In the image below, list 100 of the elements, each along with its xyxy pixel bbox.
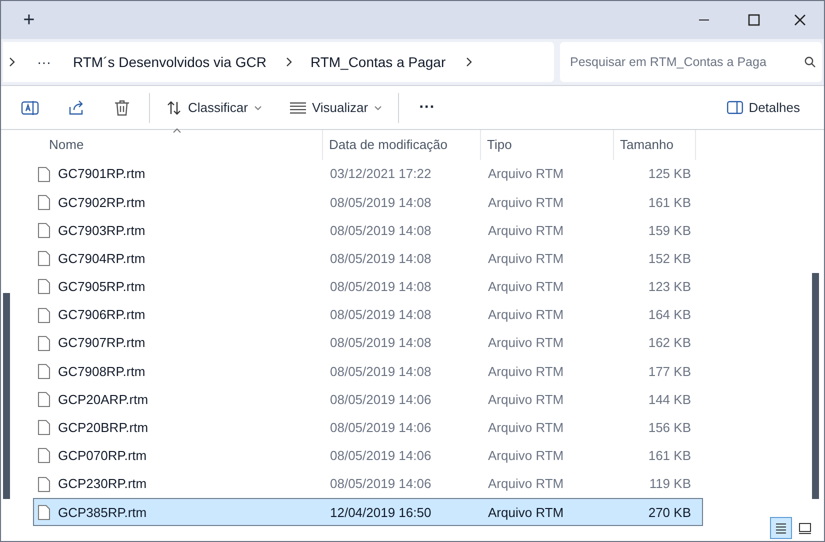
file-size: 162 KB bbox=[648, 334, 691, 352]
close-icon[interactable] bbox=[794, 14, 806, 26]
modified-date: 08/05/2019 14:08 bbox=[330, 222, 432, 240]
file-name: GCP20ARP.rtm bbox=[58, 390, 148, 409]
file-row[interactable]: GCP230RP.rtm 08/05/2019 14:06 Arquivo RTM 119 KB bbox=[33, 470, 703, 498]
column-header[interactable]: Data de modificação bbox=[323, 130, 481, 160]
modified-date: 08/05/2019 14:06 bbox=[330, 390, 432, 409]
modified-date: 08/05/2019 14:08 bbox=[330, 278, 432, 296]
file-row[interactable]: GCP20BRP.rtm 08/05/2019 14:06 Arquivo RTM 156 KB bbox=[33, 414, 703, 442]
file-name: GCP070RP.rtm bbox=[58, 447, 147, 466]
file-type: Arquivo RTM bbox=[488, 306, 564, 324]
column-header[interactable]: Nome bbox=[33, 130, 323, 160]
scrollbar-thumb[interactable] bbox=[812, 273, 819, 499]
file-row[interactable]: GC7907RP.rtm 08/05/2019 14:08 Arquivo RTM 162 KB bbox=[33, 329, 703, 358]
modified-date: 08/05/2019 14:08 bbox=[330, 362, 432, 381]
list-icon bbox=[290, 102, 306, 114]
modified-date: 08/05/2019 14:06 bbox=[330, 419, 432, 438]
file-size: 125 KB bbox=[648, 165, 691, 184]
file-row[interactable]: GC7903RP.rtm 08/05/2019 14:08 Arquivo RTM 159 KB bbox=[33, 216, 703, 245]
modified-date: 12/04/2019 16:50 bbox=[330, 504, 432, 522]
file-icon bbox=[38, 336, 50, 351]
file-row[interactable]: GCP070RP.rtm 08/05/2019 14:06 Arquivo RTM 161 KB bbox=[33, 442, 703, 470]
file-icon bbox=[38, 279, 50, 294]
file-name: GC7904RP.rtm bbox=[58, 250, 146, 268]
file-type: Arquivo RTM bbox=[488, 194, 564, 212]
modified-date: 08/05/2019 14:08 bbox=[330, 334, 432, 352]
file-size: 152 KB bbox=[648, 250, 691, 268]
details-pane-icon bbox=[726, 101, 743, 114]
panel-icon bbox=[797, 520, 813, 536]
file-row[interactable]: GC7904RP.rtm 08/05/2019 14:08 Arquivo RTM 152 KB bbox=[33, 244, 703, 273]
file-row[interactable]: GC7905RP.rtm 08/05/2019 14:08 Arquivo RTM 123 KB bbox=[33, 272, 703, 301]
file-name: GC7902RP.rtm bbox=[58, 194, 146, 212]
file-row[interactable]: GC7908RP.rtm 08/05/2019 14:08 Arquivo RTM 177 KB bbox=[33, 357, 703, 386]
file-name: GCP230RP.rtm bbox=[58, 475, 147, 494]
file-icon bbox=[38, 194, 50, 210]
file-icon bbox=[38, 420, 50, 436]
file-name: GC7907RP.rtm bbox=[58, 334, 146, 352]
file-size: 159 KB bbox=[648, 222, 691, 240]
file-type: Arquivo RTM bbox=[488, 250, 564, 268]
search-icon bbox=[804, 56, 816, 68]
caret-icon bbox=[374, 104, 382, 112]
file-type: Arquivo RTM bbox=[488, 504, 564, 522]
maximize-icon[interactable] bbox=[748, 14, 760, 26]
sort-button[interactable]: Classificar bbox=[162, 98, 266, 118]
trash-icon[interactable] bbox=[113, 98, 131, 116]
chevron-icon bbox=[9, 57, 15, 67]
file-type: Arquivo RTM bbox=[488, 165, 564, 184]
breadcrumb[interactable]: RTM_Contas a Pagar bbox=[310, 52, 446, 72]
file-size: 156 KB bbox=[648, 419, 691, 438]
file-size: 123 KB bbox=[648, 278, 691, 296]
file-row[interactable]: GC7902RP.rtm 08/05/2019 14:08 Arquivo RTM 161 KB bbox=[33, 188, 703, 216]
file-name: GC7903RP.rtm bbox=[58, 222, 146, 240]
file-size: 164 KB bbox=[648, 306, 691, 324]
new-tab-button[interactable]: + bbox=[17, 8, 41, 32]
file-type: Arquivo RTM bbox=[488, 222, 564, 240]
file-row[interactable]: GC7906RP.rtm 08/05/2019 14:08 Arquivo RTM 164 KB bbox=[33, 300, 703, 330]
file-type: Arquivo RTM bbox=[488, 447, 564, 466]
more-button[interactable]: ··· bbox=[33, 52, 55, 72]
details-button[interactable]: Detalhes bbox=[722, 98, 804, 118]
scrollbar-thumb[interactable] bbox=[3, 293, 10, 499]
file-size: 270 KB bbox=[648, 504, 691, 522]
column-header[interactable]: Tamanho bbox=[614, 130, 696, 160]
caret-icon bbox=[254, 104, 262, 112]
file-size: 119 KB bbox=[649, 475, 691, 494]
file-name: GC7901RP.rtm bbox=[58, 165, 146, 184]
file-icon bbox=[38, 222, 50, 238]
rename-icon[interactable] bbox=[21, 98, 39, 116]
file-type: Arquivo RTM bbox=[488, 362, 564, 381]
file-type: Arquivo RTM bbox=[488, 278, 564, 296]
share-icon[interactable] bbox=[67, 98, 85, 116]
modified-date: 08/05/2019 14:06 bbox=[330, 447, 432, 466]
file-icon bbox=[38, 251, 50, 266]
file-name: GCP385RP.rtm bbox=[58, 504, 147, 522]
chevron-icon bbox=[466, 57, 472, 67]
modified-date: 03/12/2021 17:22 bbox=[330, 165, 432, 184]
modified-date: 08/05/2019 14:08 bbox=[330, 194, 432, 212]
file-row[interactable]: GC7901RP.rtm 03/12/2021 17:22 Arquivo RTM 125 KB bbox=[33, 160, 703, 188]
file-icon bbox=[38, 392, 50, 408]
file-size: 161 KB bbox=[648, 194, 691, 212]
file-size: 144 KB bbox=[648, 390, 691, 409]
file-type: Arquivo RTM bbox=[488, 390, 564, 409]
breadcrumb[interactable]: RTM´s Desenvolvidos via GCR bbox=[73, 52, 266, 72]
file-row[interactable]: GCP385RP.rtm 12/04/2019 16:50 Arquivo RTM 270 KB bbox=[33, 498, 703, 526]
file-name: GC7908RP.rtm bbox=[58, 362, 146, 381]
sort-icon bbox=[166, 100, 182, 116]
more-button[interactable]: ··· bbox=[415, 96, 440, 120]
file-icon bbox=[38, 448, 50, 464]
file-type: Arquivo RTM bbox=[488, 475, 564, 494]
details-view-button[interactable] bbox=[770, 517, 792, 539]
file-row[interactable]: GCP20ARP.rtm 08/05/2019 14:06 Arquivo RTM 144 KB bbox=[33, 386, 703, 414]
view-button[interactable]: Visualizar bbox=[286, 98, 386, 118]
file-size: 161 KB bbox=[648, 447, 691, 466]
file-icon bbox=[38, 166, 50, 182]
file-icon bbox=[38, 476, 50, 492]
file-name: GCP20BRP.rtm bbox=[58, 419, 148, 438]
search-field[interactable]: Pesquisar em RTM_Contas a Paga bbox=[560, 42, 822, 82]
modified-date: 08/05/2019 14:08 bbox=[330, 250, 432, 268]
column-header[interactable]: Tipo bbox=[481, 130, 614, 160]
chevron-icon bbox=[286, 57, 292, 67]
file-type: Arquivo RTM bbox=[488, 334, 564, 352]
